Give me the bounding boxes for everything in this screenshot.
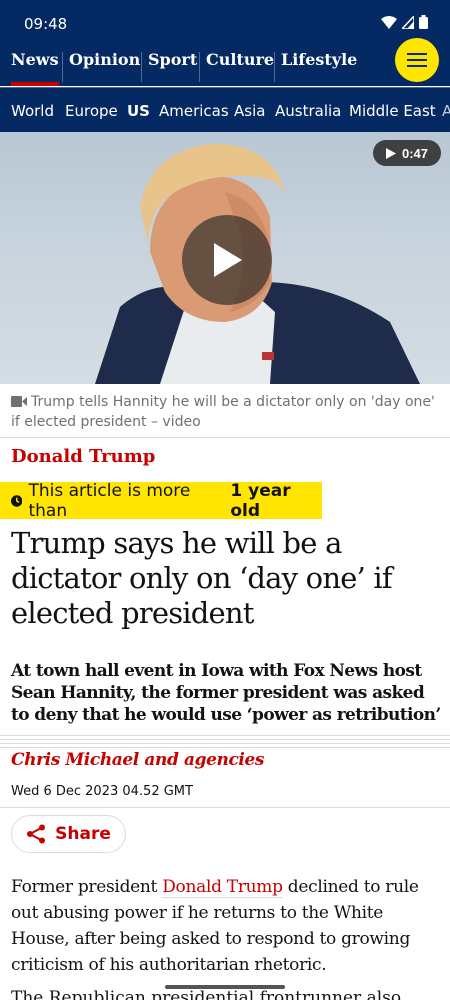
caption-text: Trump tells Hannity he will be a dictato… — [11, 394, 435, 430]
pillar-sport[interactable]: Sport — [148, 50, 197, 86]
share-button[interactable]: Share — [11, 815, 126, 853]
menu-icon — [407, 65, 427, 67]
pillar-nav: News Opinion Sport Culture Lifestyle — [0, 44, 450, 86]
video-camera-icon — [11, 396, 27, 407]
clock-icon — [11, 494, 23, 507]
divider — [0, 437, 450, 438]
section-rules — [0, 735, 450, 751]
pillar-divider — [141, 52, 142, 82]
subnav-item-europe[interactable]: Europe — [65, 102, 118, 120]
sub-nav: World Europe US Americas Asia Australia … — [0, 87, 450, 132]
body-link-donald-trump[interactable]: Donald Trump — [162, 877, 283, 898]
subnav-item-asia[interactable]: Asia — [234, 102, 265, 120]
article-age-notice: This article is more than 1 year old — [0, 480, 322, 521]
signal-icon — [402, 15, 414, 29]
pillar-culture[interactable]: Culture — [206, 50, 274, 86]
article-body-paragraph: Former president Donald Trump declined t… — [11, 874, 441, 978]
article-standfirst: At town hall event in Iowa with Fox News… — [11, 661, 441, 725]
home-indicator[interactable] — [165, 985, 285, 989]
age-notice-text: This article is more than — [28, 480, 191, 521]
play-small-icon — [385, 147, 396, 159]
pillar-divider — [274, 52, 275, 82]
play-icon — [214, 243, 242, 277]
subnav-item-australia[interactable]: Australia — [275, 102, 341, 120]
subnav-item-overflow[interactable]: A — [442, 102, 450, 120]
age-notice-value: 1 year old — [230, 480, 291, 521]
status-bar: 09:48 — [0, 0, 450, 44]
subnav-item-americas[interactable]: Americas — [159, 102, 229, 120]
status-time: 09:48 — [24, 15, 68, 33]
section-kicker[interactable]: Donald Trump — [11, 446, 155, 467]
video-duration-badge: 0:47 — [373, 140, 441, 166]
menu-icon — [407, 53, 427, 55]
share-icon — [27, 824, 46, 844]
hero-video[interactable]: 0:47 — [0, 132, 450, 384]
pillar-divider — [62, 52, 63, 82]
wifi-icon — [381, 15, 397, 29]
status-icons — [381, 15, 428, 29]
subnav-item-us[interactable]: US — [127, 102, 150, 120]
subnav-item-world[interactable]: World — [11, 102, 54, 120]
pillar-news[interactable]: News — [11, 50, 59, 86]
battery-icon — [419, 15, 428, 29]
menu-icon — [407, 59, 427, 61]
menu-button[interactable] — [395, 38, 439, 82]
share-label: Share — [55, 824, 111, 844]
article-body-next-line: The Republican presidential frontrunner … — [11, 988, 402, 1000]
article-byline[interactable]: Chris Michael and agencies — [11, 750, 264, 770]
body-text-start: Former president — [11, 877, 163, 897]
pillar-lifestyle[interactable]: Lifestyle — [281, 50, 357, 86]
pillar-divider — [199, 52, 200, 82]
video-caption: Trump tells Hannity he will be a dictato… — [11, 392, 441, 432]
article-headline: Trump says he will be a dictator only on… — [11, 526, 393, 630]
divider — [0, 807, 450, 808]
article-date: Wed 6 Dec 2023 04.52 GMT — [11, 784, 193, 799]
pillar-opinion[interactable]: Opinion — [69, 50, 140, 86]
play-button[interactable] — [182, 215, 272, 305]
video-duration: 0:47 — [401, 145, 429, 161]
subnav-item-middle-east[interactable]: Middle East — [349, 102, 436, 120]
